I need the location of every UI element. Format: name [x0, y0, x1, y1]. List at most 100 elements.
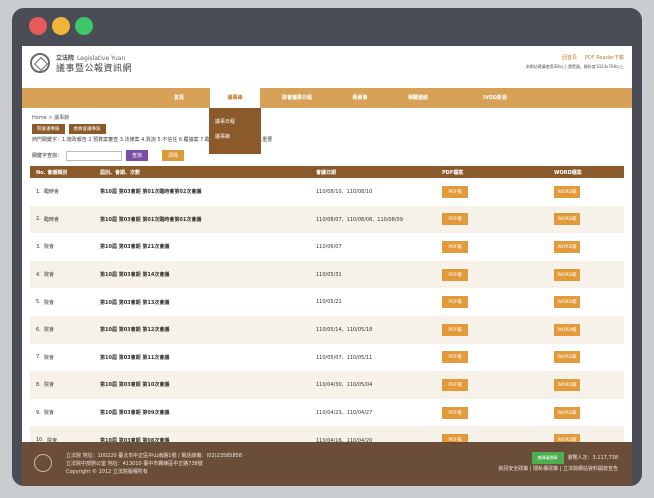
row-pdf-cell: PDF檔	[442, 426, 542, 442]
row-session[interactable]: 第10屆 第03會期 第21次會議	[100, 233, 300, 261]
word-download-button[interactable]: WORD檔	[554, 268, 580, 281]
minutes-dropdown-menu: 議事日程 議事錄	[209, 108, 261, 154]
pdf-download-button[interactable]: PDF檔	[442, 434, 468, 442]
system-title[interactable]: 議事暨公報資訊網	[56, 61, 132, 74]
nav-item-minutes[interactable]: 議事錄	[209, 88, 261, 108]
plenary-minutes-button[interactable]: 院會議事錄	[32, 124, 65, 134]
word-download-button[interactable]: WORD檔	[554, 323, 580, 336]
pdf-reader-download-link[interactable]: PDF Reader下載	[585, 54, 624, 61]
row-word-cell: WORD檔	[554, 178, 624, 206]
pdf-download-button[interactable]: PDF檔	[442, 296, 468, 309]
row-date: 110/04/23、110/04/27	[316, 410, 373, 417]
row-date: 110/04/16、110/04/20	[316, 437, 373, 442]
row-no-type: 10. 院會	[36, 426, 86, 442]
row-session[interactable]: 第10屆 第03會期 第14次會議	[100, 261, 300, 289]
browser-recommendation-note: 本網站建議使用IE8以上瀏覽器，解析度1024x768以上	[525, 64, 624, 69]
word-download-button[interactable]: WORD檔	[554, 378, 580, 391]
word-download-button[interactable]: WORD檔	[554, 213, 580, 226]
header-word: WORD檔案	[554, 169, 582, 176]
row-number: 7.	[36, 354, 41, 361]
row-meeting-type: 院會	[43, 272, 54, 279]
word-download-button[interactable]: WORD檔	[554, 351, 580, 364]
row-number: 3.	[36, 243, 41, 250]
row-no-type: 3. 院會	[36, 233, 86, 261]
table-row: 5. 院會 第10屆 第03會期 第13次會議 110/05/21 PDF檔 WORD檔	[30, 288, 624, 316]
category-buttons: 院會議事錄 委員會議事錄	[32, 124, 106, 134]
row-pdf-cell: PDF檔	[442, 261, 542, 289]
pdf-download-button[interactable]: PDF檔	[442, 378, 468, 391]
row-no-type: 5. 院會	[36, 288, 86, 316]
dropdown-item-agenda[interactable]: 議事日程	[209, 114, 261, 129]
row-word-cell: WORD檔	[554, 233, 624, 261]
maximize-window-button[interactable]	[75, 17, 93, 35]
search-row: 關鍵字查詢： 查詢 清除	[32, 150, 185, 161]
word-download-button[interactable]: WORD檔	[554, 434, 580, 442]
row-meeting-type: 院會	[43, 299, 54, 306]
table-row: 6. 院會 第10屆 第03會期 第12次會議 110/05/14、110/05/1…	[30, 315, 624, 344]
minimize-window-button[interactable]	[52, 17, 70, 35]
row-session[interactable]: 第10屆 第03會期 第09次會議	[100, 399, 300, 427]
row-session[interactable]: 第10屆 第03會期 第01次臨時會第02次會議	[100, 178, 300, 206]
row-pdf-cell: PDF檔	[442, 178, 542, 206]
visit-counter: 瀏覽人次：3,117,738	[567, 455, 618, 461]
pdf-download-button[interactable]: PDF檔	[442, 406, 468, 419]
word-download-button[interactable]: WORD檔	[554, 296, 580, 309]
nav-item-home[interactable]: 首頁	[150, 88, 208, 108]
table-row: 9. 院會 第10屆 第03會期 第09次會議 110/04/23、110/04/2…	[30, 399, 624, 427]
breadcrumb[interactable]: Home > 議事錄	[32, 114, 69, 121]
close-window-button[interactable]	[29, 17, 47, 35]
footer-logo-icon	[34, 454, 52, 472]
nav-item-agenda[interactable]: 院會議事日程	[264, 88, 330, 108]
row-number: 1.	[36, 188, 41, 195]
table-row: 10. 院會 第10屆 第03會期 第08次會議 110/04/16、110/04/…	[30, 426, 624, 442]
row-meeting-type: 院會	[43, 410, 54, 417]
row-no-type: 6. 院會	[36, 316, 86, 344]
keyword-search-input[interactable]	[66, 150, 123, 161]
row-pdf-cell: PDF檔	[442, 316, 542, 344]
row-word-cell: WORD檔	[554, 344, 624, 372]
row-number: 5.	[36, 299, 41, 306]
row-number: 4.	[36, 271, 41, 278]
row-word-cell: WORD檔	[554, 399, 624, 427]
row-session[interactable]: 第10屆 第03會期 第12次會議	[100, 316, 300, 344]
row-session[interactable]: 第10屆 第03會期 第10次會議	[100, 371, 300, 399]
legislative-yuan-logo-icon[interactable]	[30, 53, 50, 73]
table-row: 3. 院會 第10屆 第03會期 第21次會議 110/06/07 PDF檔 WORD檔	[30, 233, 624, 261]
row-session[interactable]: 第10屆 第03會期 第08次會議	[100, 426, 300, 442]
word-download-button[interactable]: WORD檔	[554, 185, 580, 198]
row-date: 110/05/14、110/05/18	[316, 327, 373, 334]
pdf-download-button[interactable]: PDF檔	[442, 240, 468, 253]
table-row: 4. 院會 第10屆 第03會期 第14次會議 110/05/31 PDF檔 WORD檔	[30, 260, 624, 289]
word-download-button[interactable]: WORD檔	[554, 406, 580, 419]
dropdown-item-minutes[interactable]: 議事錄	[209, 129, 261, 144]
top-links: 回首頁 PDF Reader下載	[562, 54, 624, 61]
row-pdf-cell: PDF檔	[442, 399, 542, 427]
row-word-cell: WORD檔	[554, 316, 624, 344]
pdf-download-button[interactable]: PDF檔	[442, 351, 468, 364]
row-pdf-cell: PDF檔	[442, 206, 542, 234]
site-header: 立法院 Legislative Yuan 議事暨公報資訊網 回首頁 PDF Rea…	[22, 46, 632, 82]
word-download-button[interactable]: WORD檔	[554, 240, 580, 253]
nav-item-committee[interactable]: 委員會	[334, 88, 386, 108]
row-date: 110/06/07	[316, 243, 342, 250]
pdf-download-button[interactable]: PDF檔	[442, 185, 468, 198]
committee-minutes-button[interactable]: 委員會議事錄	[68, 124, 106, 134]
nav-item-ivod[interactable]: IVOD影音	[450, 88, 540, 108]
row-session[interactable]: 第10屆 第03會期 第11次會議	[100, 344, 300, 372]
nav-item-links[interactable]: 相關連結	[390, 88, 446, 108]
row-meeting-type: 院會	[43, 244, 54, 251]
footer-policy-links[interactable]: 資訊安全政策 | 隱私權政策 | 立法院網站資料開放宣告	[498, 464, 618, 474]
header-date: 會議日期	[316, 169, 337, 176]
search-label: 關鍵字查詢：	[32, 153, 63, 159]
pdf-download-button[interactable]: PDF檔	[442, 323, 468, 336]
search-button[interactable]: 查詢	[126, 150, 149, 161]
row-date: 110/08/10、110/08/10	[316, 189, 373, 196]
accessibility-badge[interactable]: 無障礙標章	[531, 452, 564, 464]
row-session[interactable]: 第10屆 第03會期 第01次臨時會第01次會議	[100, 206, 300, 234]
home-link[interactable]: 回首頁	[562, 54, 577, 61]
pdf-download-button[interactable]: PDF檔	[442, 213, 468, 226]
row-meeting-type: 院會	[43, 382, 54, 389]
reset-button[interactable]: 清除	[162, 150, 185, 161]
row-session[interactable]: 第10屆 第03會期 第13次會議	[100, 288, 300, 316]
pdf-download-button[interactable]: PDF檔	[442, 268, 468, 281]
